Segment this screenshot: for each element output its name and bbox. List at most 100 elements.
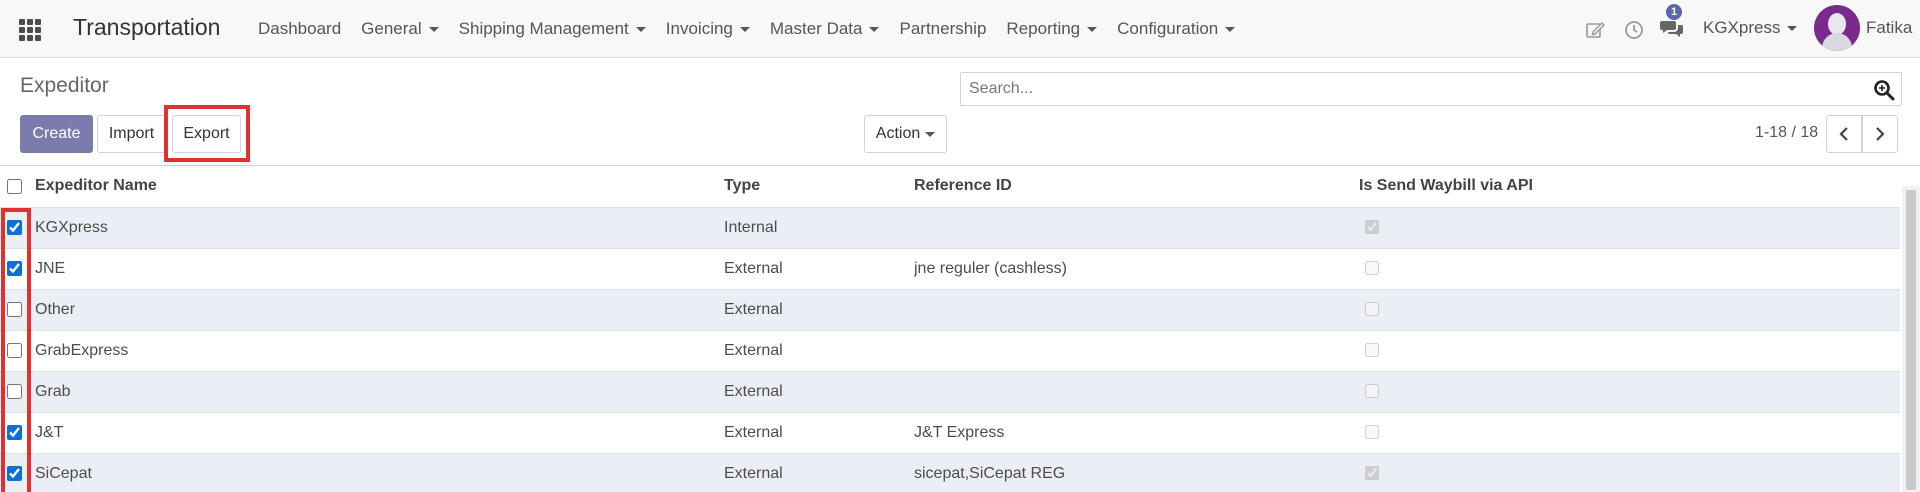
menu-item-label: Shipping Management xyxy=(458,19,629,38)
search-icon[interactable] xyxy=(1873,79,1895,101)
pager-value[interactable]: 1-18 / 18 xyxy=(1755,124,1818,142)
cell-send-waybill-api xyxy=(1359,412,1900,454)
table-row[interactable]: Other External xyxy=(0,289,1900,331)
table-header-row: Expeditor Name Type Reference ID Is Send… xyxy=(0,166,1900,208)
cell-type: External xyxy=(724,453,914,492)
chevron-down-icon xyxy=(1787,25,1798,31)
control-panel: Expeditor Create Import Export Action 1-… xyxy=(0,58,1920,166)
column-header-type[interactable]: Type xyxy=(724,166,914,208)
cell-expeditor-name: KGXpress xyxy=(34,207,724,249)
messages-icon[interactable] xyxy=(1660,18,1684,40)
activity-clock-icon[interactable] xyxy=(1624,20,1644,40)
vertical-scrollbar[interactable] xyxy=(1902,186,1920,492)
menu-item-partnership[interactable]: Partnership xyxy=(889,19,996,39)
menu-item-master-data[interactable]: Master Data xyxy=(760,19,890,39)
chevron-down-icon xyxy=(1225,26,1236,32)
search-box xyxy=(960,72,1902,106)
cell-expeditor-name: Other xyxy=(34,289,724,331)
select-all-checkbox[interactable] xyxy=(7,178,22,194)
cell-send-waybill-api xyxy=(1359,371,1900,413)
app-brand[interactable]: Transportation xyxy=(73,14,220,41)
cell-expeditor-name: J&T xyxy=(34,412,724,454)
chevron-down-icon xyxy=(1087,26,1098,32)
cell-reference-id: J&T Express xyxy=(914,412,1359,454)
cell-type: External xyxy=(724,412,914,454)
table-row[interactable]: KGXpress Internal xyxy=(0,207,1900,249)
cell-type: External xyxy=(724,289,914,331)
cell-reference-id xyxy=(914,207,1359,249)
select-all-cell xyxy=(0,166,34,208)
search-input[interactable] xyxy=(969,73,1869,105)
chevron-down-icon xyxy=(635,26,646,32)
cell-reference-id: sicepat,SiCepat REG xyxy=(914,453,1359,492)
table-row[interactable]: Grab External xyxy=(0,371,1900,413)
column-header-reference[interactable]: Reference ID xyxy=(914,166,1359,208)
create-button[interactable]: Create xyxy=(20,115,93,153)
column-header-name[interactable]: Expeditor Name xyxy=(34,166,724,208)
cell-send-waybill-api xyxy=(1359,330,1900,372)
chevron-left-icon xyxy=(1839,127,1848,141)
cell-send-waybill-api xyxy=(1359,248,1900,290)
send-api-checkbox xyxy=(1365,425,1379,440)
menu-item-configuration[interactable]: Configuration xyxy=(1107,19,1245,39)
table-row[interactable]: J&T External J&T Express xyxy=(0,412,1900,454)
cell-type: External xyxy=(724,248,914,290)
selection-highlight-box xyxy=(1,208,31,492)
chevron-right-icon xyxy=(1876,127,1885,141)
messages-badge: 1 xyxy=(1666,4,1682,20)
column-header-send-api[interactable]: Is Send Waybill via API xyxy=(1359,166,1900,208)
cell-reference-id xyxy=(914,330,1359,372)
scrollbar-thumb[interactable] xyxy=(1906,190,1916,490)
send-api-checkbox xyxy=(1365,261,1379,276)
cell-reference-id xyxy=(914,371,1359,413)
menu-item-label: Configuration xyxy=(1117,19,1219,38)
menu-item-label: Invoicing xyxy=(665,19,733,38)
cell-send-waybill-api xyxy=(1359,207,1900,249)
company-name: KGXpress xyxy=(1703,18,1781,37)
chevron-down-icon xyxy=(739,26,750,32)
send-api-checkbox xyxy=(1365,343,1379,358)
cell-expeditor-name: JNE xyxy=(34,248,724,290)
menu-item-dashboard[interactable]: Dashboard xyxy=(248,19,351,39)
company-switcher[interactable]: KGXpress xyxy=(1703,18,1798,38)
table-body: KGXpress Internal JNE External jne reguler (… xyxy=(0,207,1900,492)
menu-item-shipping-management[interactable]: Shipping Management xyxy=(449,19,656,39)
action-dropdown-button[interactable]: Action xyxy=(864,115,947,153)
menu-item-reporting[interactable]: Reporting xyxy=(996,19,1107,39)
menu-item-invoicing[interactable]: Invoicing xyxy=(656,19,760,39)
edit-note-icon[interactable] xyxy=(1585,20,1605,40)
breadcrumb-title: Expeditor xyxy=(20,74,109,97)
table-row[interactable]: JNE External jne reguler (cashless) xyxy=(0,248,1900,290)
action-label: Action xyxy=(875,125,921,142)
main-menu: Dashboard General Shipping Management Invoi… xyxy=(248,0,1245,58)
table-row[interactable]: GrabExpress External xyxy=(0,330,1900,372)
import-button[interactable]: Import xyxy=(97,115,166,153)
cell-send-waybill-api xyxy=(1359,453,1900,492)
user-name[interactable]: Fatika xyxy=(1866,18,1912,38)
cell-expeditor-name: Grab xyxy=(34,371,724,413)
list-view: Expeditor Name Type Reference ID Is Send… xyxy=(0,166,1900,492)
menu-item-label: Partnership xyxy=(899,19,987,38)
chevron-down-icon xyxy=(428,26,439,32)
cell-reference-id xyxy=(914,289,1359,331)
export-highlight-box xyxy=(164,105,250,162)
cell-expeditor-name: SiCepat xyxy=(34,453,724,492)
top-navbar: Transportation Dashboard General Shipping … xyxy=(0,0,1920,58)
cell-expeditor-name: GrabExpress xyxy=(34,330,724,372)
table-row[interactable]: SiCepat External sicepat,SiCepat REG xyxy=(0,453,1900,492)
menu-item-label: Master Data xyxy=(769,19,863,38)
expeditor-table: Expeditor Name Type Reference ID Is Send… xyxy=(0,166,1900,492)
cell-type: External xyxy=(724,371,914,413)
chevron-down-icon xyxy=(869,26,880,32)
pager-previous-button[interactable] xyxy=(1826,115,1862,153)
apps-menu-icon[interactable] xyxy=(19,19,41,41)
send-api-checkbox xyxy=(1365,384,1379,399)
chevron-down-icon xyxy=(925,131,936,137)
pager-next-button[interactable] xyxy=(1862,115,1898,153)
user-avatar[interactable] xyxy=(1814,5,1860,51)
send-api-checkbox xyxy=(1365,302,1379,317)
menu-item-general[interactable]: General xyxy=(351,19,448,39)
cell-send-waybill-api xyxy=(1359,289,1900,331)
menu-item-label: General xyxy=(361,19,422,38)
menu-item-label: Dashboard xyxy=(258,19,342,38)
